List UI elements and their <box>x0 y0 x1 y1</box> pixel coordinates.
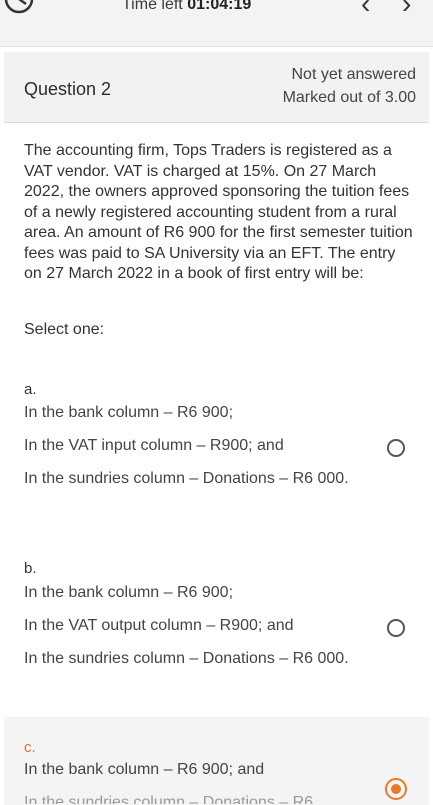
option-line: In the bank column – R6 900; and <box>24 761 265 778</box>
timer-icon <box>4 0 34 14</box>
question-header: Question 2 Not yet answered Marked out o… <box>4 52 429 123</box>
chevron-left-icon[interactable]: ‹ <box>361 0 370 20</box>
option-line: In the bank column – R6 900; <box>24 404 234 421</box>
option-line: In the VAT input column – R900; and <box>24 437 284 454</box>
option-line-cut: In the sundries column – Donations – R6 <box>24 794 314 804</box>
time-left-value: 01:04:19 <box>187 0 252 13</box>
question-text: The accounting firm, Tops Traders is reg… <box>24 142 413 282</box>
option-line: In the VAT output column – R900; and <box>24 617 294 634</box>
option-c[interactable]: c. In the bank column – R6 900; and In t… <box>4 717 429 805</box>
option-b-radio[interactable] <box>387 619 405 637</box>
question-state: Not yet answered <box>291 66 416 83</box>
option-letter: c. <box>24 739 36 756</box>
option-line: In the sundries column – Donations – R6 … <box>24 650 349 667</box>
time-left: Time left 01:04:19 <box>122 0 251 14</box>
option-letter: a. <box>24 381 37 398</box>
top-bar: Time left 01:04:19 ‹ › <box>0 0 433 47</box>
chevron-right-icon[interactable]: › <box>402 0 411 20</box>
option-line: In the sundries column – Donations – R6 … <box>24 470 349 487</box>
option-a[interactable]: a. In the bank column – R6 900; In the V… <box>4 375 429 525</box>
option-b[interactable]: b. In the bank column – R6 900; In the V… <box>4 555 429 705</box>
time-left-label: Time left <box>122 0 183 13</box>
question-title: Question 2 <box>24 79 112 99</box>
option-line: In the bank column – R6 900; <box>24 584 234 601</box>
question-body: The accounting firm, Tops Traders is reg… <box>4 123 429 805</box>
option-a-radio[interactable] <box>387 439 405 457</box>
question-marks: Marked out of 3.00 <box>282 89 416 106</box>
option-c-radio-selected[interactable] <box>385 778 407 800</box>
select-one-label: Select one: <box>24 321 105 338</box>
option-letter: b. <box>24 560 37 577</box>
